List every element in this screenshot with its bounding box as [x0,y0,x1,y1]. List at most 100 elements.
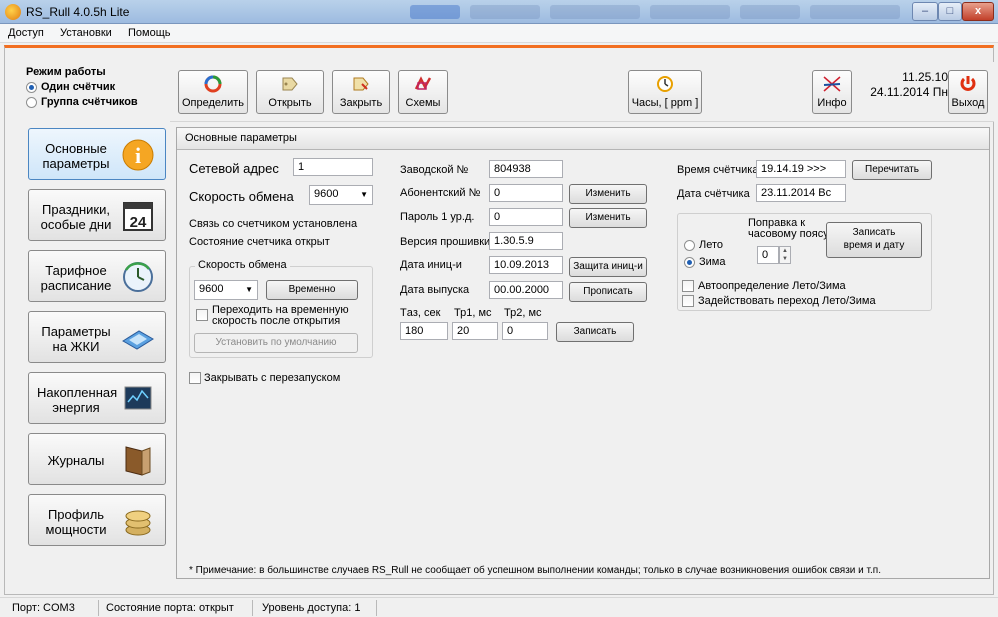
close-button[interactable]: x [962,2,994,21]
baud-select[interactable]: 9600 ▼ [309,185,373,205]
link-label: Связь со счетчиком установлена [189,218,358,230]
meter-date-label: Дата счётчика [677,188,750,200]
taskbar-blur [410,5,460,19]
status-separator [98,600,99,616]
use-dst-label: Задействовать переход Лето/Зима [698,295,876,307]
set-default-button[interactable]: Установить по умолчанию [194,333,358,353]
status-separator [252,600,253,616]
radio-icon [26,96,37,108]
tz-input[interactable]: 0 [757,246,779,264]
switch-temp-checkbox[interactable] [196,309,208,321]
password-label: Пароль 1 ур.д. [400,211,475,223]
tp1-label: Тр1, мс [454,307,492,319]
net-address-input[interactable]: 1 [293,158,373,176]
radio-icon [26,81,37,93]
firmware-input[interactable]: 1.30.5.9 [489,232,563,250]
coins-icon [125,510,151,536]
change-password-button[interactable]: Изменить [569,208,647,228]
tp1-input[interactable]: 20 [452,322,498,340]
serial-label: Заводской № [400,164,469,176]
close-restart-label: Закрывать с перезапуском [204,372,341,384]
nav-power-profile[interactable]: Профиль мощности [28,494,166,546]
nav-accumulated-energy[interactable]: Накопленная энергия [28,372,166,424]
write-release-button[interactable]: Прописать [569,282,647,302]
close-connection-button[interactable]: Закрыть [332,70,390,114]
nav-label: Накопленная энергия [37,385,118,415]
app-icon [5,4,21,20]
exit-button[interactable]: Выход [948,70,988,114]
subscriber-label: Абонентский № [400,187,481,199]
minimize-button[interactable]: – [912,2,938,21]
protect-init-button[interactable]: Защита иниц-и [569,257,647,277]
chevron-down-icon: ▼ [360,190,368,199]
status-port: Порт: COM3 [12,602,75,614]
tz-spinner[interactable]: ▲ ▼ [779,246,791,264]
maximize-button[interactable]: □ [938,2,962,21]
menu-help[interactable]: Помощь [128,27,171,39]
nav-journals[interactable]: Журналы [28,433,166,485]
schemes-button[interactable]: Схемы [398,70,448,114]
menu-bar: Доступ Установки Помощь [0,24,998,43]
write-time-date-button[interactable]: Записать время и дату [826,222,922,258]
nav-label: Основные параметры [42,141,110,171]
tz-label: Поправка к часовому поясу [748,217,829,240]
clock-icon [123,262,153,292]
book-icon [125,446,151,476]
taskbar-blur [470,5,540,19]
release-date-input[interactable]: 00.00.2000 [489,281,563,299]
mode-group-radio[interactable]: Группа счётчиков [26,96,160,108]
clock-icon [657,76,673,92]
write-timeouts-button[interactable]: Записать [556,322,634,342]
clock-display: 11.25.10 24.11.2014 Пн [868,70,948,100]
nav-tariff-schedule[interactable]: Тарифное расписание [28,250,166,302]
serial-input[interactable]: 804938 [489,160,563,178]
change-subscriber-button[interactable]: Изменить [569,184,647,204]
tag-icon [282,77,298,91]
firmware-label: Версия прошивки [400,236,491,248]
init-date-input[interactable]: 10.09.2013 [489,256,563,274]
menu-settings[interactable]: Установки [60,27,112,39]
nav-basic-params[interactable]: Основные параметры i [28,128,166,180]
tau-label: Тaз, сек [400,307,441,319]
taskbar-blur [650,5,730,19]
temp-baud-select[interactable]: 9600 ▼ [194,280,258,300]
svg-text:i: i [135,143,141,168]
nav-label: Тарифное расписание [40,263,112,293]
status-bar: Порт: COM3 Состояние порта: открыт Урове… [0,597,998,617]
mode-single-label: Один счётчик [41,81,116,93]
nav-holidays[interactable]: Праздники, особые дни 24 [28,189,166,241]
monitor-icon [124,386,152,410]
tp2-input[interactable]: 0 [502,322,548,340]
nav-lcd-params[interactable]: Параметры на ЖКИ [28,311,166,363]
auto-dst-checkbox[interactable] [682,280,694,292]
meter-time-input[interactable]: 19.14.19 >>> [756,160,846,178]
password-input[interactable]: 0 [489,208,563,226]
identify-button[interactable]: Определить [178,70,248,114]
menu-access[interactable]: Доступ [8,27,44,39]
tp2-label: Тр2, мс [504,307,542,319]
tau-input[interactable]: 180 [400,322,448,340]
release-date-label: Дата выпуска [400,284,470,296]
net-address-label: Сетевой адрес [189,161,279,176]
baud-group-title: Скорость обмена [195,259,290,271]
winter-radio[interactable]: Зима [684,256,725,268]
state-label: Состояние счетчика открыт [189,236,330,248]
current-time: 11.25.10 [902,70,948,84]
close-restart-checkbox[interactable] [189,372,201,384]
reread-button[interactable]: Перечитать [852,160,932,180]
power-icon [960,76,976,91]
info-button[interactable]: Инфо [812,70,852,114]
mode-single-radio[interactable]: Один счётчик [26,81,160,93]
subscriber-input[interactable]: 0 [489,184,563,202]
clock-button[interactable]: Часы, [ ppm ] [628,70,702,114]
use-dst-checkbox[interactable] [682,295,694,307]
summer-radio[interactable]: Лето [684,239,723,251]
tag-icon [353,77,369,91]
meter-date-input[interactable]: 23.11.2014 Вс [756,184,846,202]
taskbar-blur [810,5,900,19]
radio-icon [684,256,695,268]
temp-button[interactable]: Временно [266,280,358,300]
display-icon [122,330,154,350]
nav-label: Журналы [47,453,105,468]
open-button[interactable]: Открыть [256,70,324,114]
